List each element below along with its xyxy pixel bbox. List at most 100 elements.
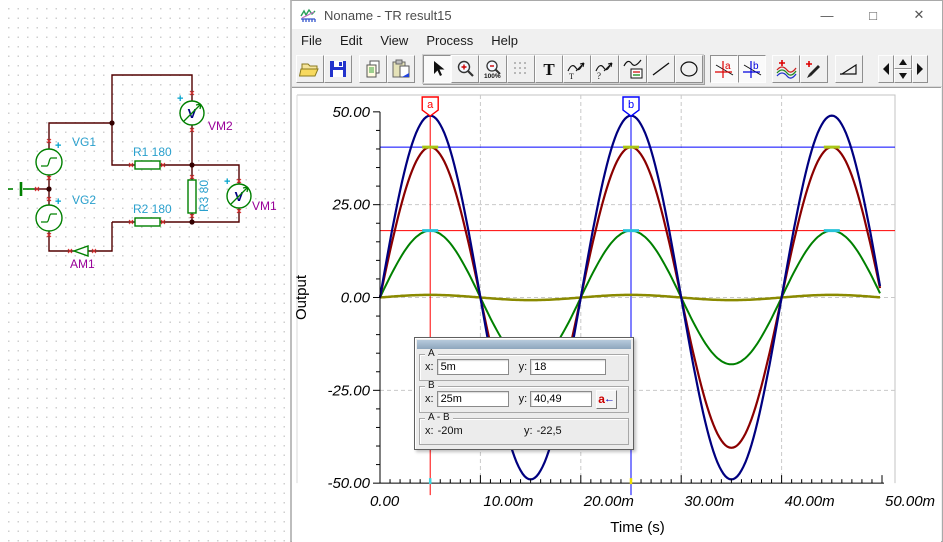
svg-text:T: T xyxy=(543,60,555,79)
a-x-input[interactable] xyxy=(437,359,509,375)
minimize-button[interactable]: — xyxy=(804,1,850,29)
window-title: Noname - TR result15 xyxy=(324,8,452,23)
spin-down-button[interactable] xyxy=(894,69,912,83)
label-vm2: VM2 xyxy=(208,119,233,133)
titlebar[interactable]: Noname - TR result15 — □ ✕ xyxy=(292,1,942,29)
ground-symbol[interactable] xyxy=(8,182,34,196)
probe-plus-icon xyxy=(803,58,825,80)
b-x-input[interactable] xyxy=(437,391,509,407)
menu-help[interactable]: Help xyxy=(482,31,527,50)
label-vm1: VM1 xyxy=(252,199,277,213)
svg-text:0.00: 0.00 xyxy=(370,493,400,510)
screen: V V ++ ++ xyxy=(0,0,943,542)
left-arrow-icon xyxy=(880,58,892,80)
diagram-area[interactable]: 50.0025.000.00-25.00-50.000.0010.00m20.0… xyxy=(292,87,941,542)
ellipse-tool-button[interactable] xyxy=(675,55,703,83)
svg-text:?: ? xyxy=(597,71,601,80)
probe-button[interactable] xyxy=(800,55,828,83)
legend-icon xyxy=(622,58,644,80)
svg-text:50.00: 50.00 xyxy=(332,104,370,121)
down-arrow-icon xyxy=(897,71,909,81)
menu-view[interactable]: View xyxy=(371,31,417,50)
y-axis-title: Output xyxy=(293,274,310,320)
cursor-a-icon: a xyxy=(713,58,735,80)
save-button[interactable] xyxy=(324,55,352,83)
group-diff-legend: A - B xyxy=(425,413,453,423)
curve-label-icon: T xyxy=(566,58,588,80)
a-y-input[interactable] xyxy=(530,359,606,375)
curve-label-tool-button[interactable]: T xyxy=(563,55,591,83)
label-r3: R3 80 xyxy=(197,180,211,212)
grid-icon xyxy=(510,58,532,80)
right-arrow-icon xyxy=(914,58,926,80)
copy-button[interactable] xyxy=(359,55,387,83)
svg-text:100%: 100% xyxy=(484,73,501,80)
panel-titlebar[interactable] xyxy=(417,340,631,349)
svg-text:-50.00: -50.00 xyxy=(327,475,370,492)
cursor-values-panel[interactable]: A x: y: B x: y: xyxy=(414,337,634,450)
nav-left-button[interactable] xyxy=(878,55,894,83)
svg-text:30.00m: 30.00m xyxy=(684,493,734,510)
zoom-in-button[interactable] xyxy=(451,55,479,83)
cursor-arrow-icon xyxy=(426,58,448,80)
group-a-legend: A xyxy=(425,349,438,359)
spin-up-button[interactable] xyxy=(894,55,912,69)
svg-text:+: + xyxy=(55,140,61,152)
label-r1: R1 180 xyxy=(133,145,172,159)
grid-button[interactable] xyxy=(507,55,535,83)
resistor-r1[interactable] xyxy=(135,161,160,169)
close-button[interactable]: ✕ xyxy=(896,1,942,29)
svg-text:-25.00: -25.00 xyxy=(327,382,370,399)
nav-right-button[interactable] xyxy=(912,55,928,83)
line-icon xyxy=(650,58,672,80)
ammeter-am1[interactable] xyxy=(74,246,88,256)
menu-file[interactable]: File xyxy=(292,31,331,50)
voltage-generator-vg1[interactable] xyxy=(36,149,62,175)
resistor-r2[interactable] xyxy=(135,218,160,226)
curve-query-tool-button[interactable]: ? xyxy=(591,55,619,83)
tr-plot: 50.0025.000.00-25.00-50.000.0010.00m20.0… xyxy=(292,88,941,542)
terminal-marks xyxy=(35,91,241,253)
up-arrow-icon xyxy=(897,57,909,67)
page-spinner xyxy=(894,55,912,83)
copy-icon xyxy=(362,58,384,80)
cursor-a-button[interactable]: a xyxy=(710,55,738,83)
zoom-in-icon xyxy=(454,58,476,80)
menu-process[interactable]: Process xyxy=(417,31,482,50)
jump-to-cursor-a-button[interactable]: a ← xyxy=(596,390,617,409)
text-tool-button[interactable]: T xyxy=(535,55,563,83)
voltmeter-vm1[interactable]: V xyxy=(227,184,251,208)
schematic-editor[interactable]: V V ++ ++ xyxy=(0,0,290,542)
svg-text:b: b xyxy=(753,61,759,72)
svg-text:50.00m: 50.00m xyxy=(885,493,935,510)
marker-flag-button[interactable] xyxy=(835,55,863,83)
label-r2: R2 180 xyxy=(133,202,172,216)
legend-tool-button[interactable] xyxy=(619,55,647,83)
voltmeter-vm2[interactable]: V xyxy=(180,101,204,125)
zoom-100-button[interactable]: 100% xyxy=(479,55,507,83)
b-y-input[interactable] xyxy=(530,391,592,407)
svg-text:a: a xyxy=(427,99,434,111)
a-y-label: y: xyxy=(519,361,528,373)
menu-edit[interactable]: Edit xyxy=(331,31,371,50)
diff-x-label: x: xyxy=(425,425,434,437)
line-tool-button[interactable] xyxy=(647,55,675,83)
floppy-icon xyxy=(327,58,349,80)
svg-text:0.00: 0.00 xyxy=(341,290,371,307)
diff-y-label: y: xyxy=(524,425,533,437)
cursor-b-button[interactable]: b xyxy=(738,55,766,83)
voltage-generator-vg2[interactable] xyxy=(36,205,62,231)
svg-text:+: + xyxy=(177,93,183,105)
svg-text:10.00m: 10.00m xyxy=(483,493,533,510)
select-tool-button[interactable] xyxy=(423,55,451,83)
open-button[interactable] xyxy=(296,55,324,83)
paste-button[interactable] xyxy=(387,55,415,83)
cursor-a-group: A x: y: xyxy=(419,354,629,381)
label-vg2: VG2 xyxy=(72,193,96,207)
toolbar: 100% T xyxy=(292,51,942,87)
resistor-r3[interactable] xyxy=(188,180,196,213)
maximize-button[interactable]: □ xyxy=(850,1,896,29)
group-b-legend: B xyxy=(425,381,438,391)
svg-text:40.00m: 40.00m xyxy=(785,493,835,510)
add-curves-button[interactable] xyxy=(772,55,800,83)
